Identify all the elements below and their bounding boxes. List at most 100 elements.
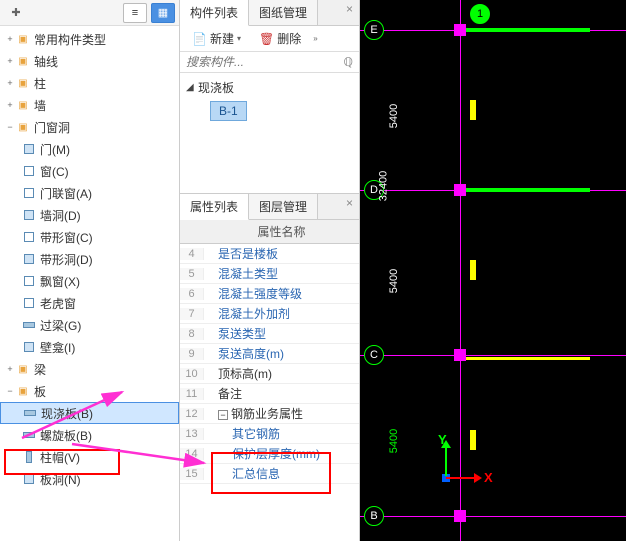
property-row[interactable]: 10顶标高(m)	[180, 364, 359, 384]
search-help-icon[interactable]: ℚ	[344, 55, 353, 69]
cad-viewport[interactable]: E D C B 1 5400 32400 5400 5400 X Y	[360, 0, 626, 541]
slab-icon	[22, 318, 36, 332]
nav-label: 现浇板(B)	[41, 405, 93, 422]
nav-label: 门联窗(A)	[40, 185, 92, 202]
axis-bubble: B	[364, 506, 384, 526]
component-type-tree[interactable]: +▣常用构件类型+▣轴线+▣柱+▣墙−▣门窗洞门(M)窗(C)门联窗(A)墙洞(…	[0, 26, 179, 541]
property-name: 保护层厚度(mm)	[204, 445, 359, 462]
nav-item[interactable]: 柱帽(V)	[0, 446, 179, 468]
nav-label: 带形窗(C)	[40, 229, 93, 246]
nav-label: 梁	[34, 361, 46, 378]
win-icon	[22, 164, 36, 178]
expand-icon[interactable]: −	[4, 122, 16, 132]
property-table[interactable]: 4是否是楼板5混凝土类型6混凝土强度等级7混凝土外加剂8泵送类型9泵送高度(m)…	[180, 244, 359, 541]
expand-icon[interactable]: +	[4, 100, 16, 110]
delete-button[interactable]: 🗑 删除	[253, 28, 307, 49]
search-input[interactable]	[186, 55, 344, 69]
property-name: 备注	[204, 385, 359, 402]
tab-drawing-manage[interactable]: 图纸管理	[249, 0, 318, 25]
row-number: 9	[180, 348, 204, 360]
nav-folder[interactable]: +▣墙	[0, 94, 179, 116]
collapse-icon[interactable]: ◢	[186, 82, 198, 93]
row-number: 13	[180, 428, 204, 440]
door-icon	[22, 142, 36, 156]
add-icon[interactable]: ✚	[4, 3, 28, 23]
nav-item[interactable]: 螺旋板(B)	[0, 424, 179, 446]
row-number: 14	[180, 448, 204, 460]
nav-label: 过梁(G)	[40, 317, 81, 334]
property-row[interactable]: 14保护层厚度(mm)	[180, 444, 359, 464]
property-row[interactable]: 8泵送类型	[180, 324, 359, 344]
nav-item[interactable]: 现浇板(B)	[0, 402, 179, 424]
nav-item[interactable]: 老虎窗	[0, 292, 179, 314]
expand-icon[interactable]: +	[4, 364, 16, 374]
property-row[interactable]: 15汇总信息	[180, 464, 359, 484]
folder-icon: ▣	[16, 54, 30, 68]
expand-icon[interactable]: +	[4, 34, 16, 44]
property-row[interactable]: 12−钢筋业务属性	[180, 404, 359, 424]
nav-item[interactable]: 窗(C)	[0, 160, 179, 182]
nav-label: 螺旋板(B)	[40, 427, 92, 444]
tab-layer-manage[interactable]: 图层管理	[249, 194, 318, 219]
nav-item[interactable]: 门联窗(A)	[0, 182, 179, 204]
nav-item[interactable]: 过梁(G)	[0, 314, 179, 336]
nav-item[interactable]: 壁龛(I)	[0, 336, 179, 358]
property-name: 顶标高(m)	[204, 365, 359, 382]
property-row[interactable]: 4是否是楼板	[180, 244, 359, 264]
new-label: 新建	[210, 30, 234, 47]
grid-view-button[interactable]: ▦	[151, 3, 175, 23]
property-name: 混凝土类型	[204, 265, 359, 282]
axis-label-x: X	[484, 470, 493, 485]
axis-bubble: E	[364, 20, 384, 40]
tree-node-root[interactable]: ◢ 现浇板	[186, 77, 353, 97]
chevron-down-icon: ▾	[237, 34, 241, 43]
expand-icon[interactable]: +	[4, 56, 16, 66]
nav-folder[interactable]: −▣ 门窗洞	[0, 116, 179, 138]
new-button[interactable]: 📄 新建 ▾	[186, 28, 247, 49]
nav-folder[interactable]: +▣轴线	[0, 50, 179, 72]
nav-folder[interactable]: +▣常用构件类型	[0, 28, 179, 50]
nav-folder[interactable]: −▣板	[0, 380, 179, 402]
nav-label: 门窗洞	[34, 119, 70, 136]
chevron-right-icon[interactable]: »	[313, 34, 317, 43]
folder-icon: ▣	[16, 384, 30, 398]
nav-label: 带形洞(D)	[40, 251, 93, 268]
nav-label: 柱	[34, 75, 46, 92]
property-row[interactable]: 6混凝土强度等级	[180, 284, 359, 304]
row-number: 15	[180, 468, 204, 480]
property-row[interactable]: 5混凝土类型	[180, 264, 359, 284]
folder-icon: ▣	[16, 98, 30, 112]
tab-property-list[interactable]: 属性列表	[180, 194, 249, 220]
folder-icon: ▣	[16, 76, 30, 90]
delete-label: 删除	[277, 30, 301, 47]
nav-item[interactable]: 带形窗(C)	[0, 226, 179, 248]
folder-icon: ▣	[16, 362, 30, 376]
component-instance-tree[interactable]: ◢ 现浇板 B-1	[180, 73, 359, 193]
nav-item[interactable]: 飘窗(X)	[0, 270, 179, 292]
nav-folder[interactable]: +▣ 柱	[0, 72, 179, 94]
win-icon	[22, 230, 36, 244]
property-row[interactable]: 11备注	[180, 384, 359, 404]
property-row[interactable]: 9泵送高度(m)	[180, 344, 359, 364]
nav-label: 老虎窗	[40, 295, 76, 312]
tree-node-child[interactable]: B-1	[210, 101, 247, 121]
col-icon	[22, 450, 36, 464]
axis-bubble: C	[364, 345, 384, 365]
nav-folder[interactable]: +▣ 梁	[0, 358, 179, 380]
property-row[interactable]: 7混凝土外加剂	[180, 304, 359, 324]
property-name: 汇总信息	[204, 465, 359, 482]
nav-item[interactable]: 板洞(N)	[0, 468, 179, 490]
close-icon[interactable]: ×	[340, 0, 359, 25]
tab-component-list[interactable]: 构件列表	[180, 0, 249, 26]
folder-icon: ▣	[16, 120, 30, 134]
slab-icon	[23, 406, 37, 420]
expand-icon[interactable]: +	[4, 78, 16, 88]
nav-item[interactable]: 带形洞(D)	[0, 248, 179, 270]
list-view-button[interactable]: ≡	[123, 3, 147, 23]
property-row[interactable]: 13其它钢筋	[180, 424, 359, 444]
close-icon[interactable]: ×	[340, 194, 359, 219]
group-toggle-icon[interactable]: −	[218, 410, 228, 420]
expand-icon[interactable]: −	[4, 386, 16, 396]
nav-item[interactable]: 门(M)	[0, 138, 179, 160]
nav-item[interactable]: 墙洞(D)	[0, 204, 179, 226]
